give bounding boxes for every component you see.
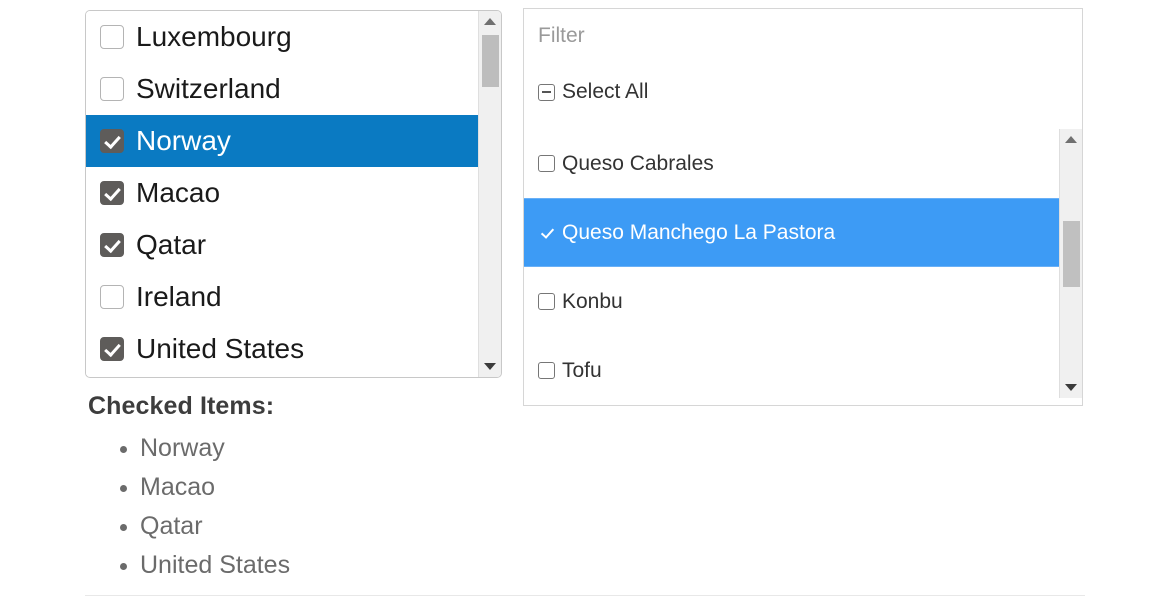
- list-item-label: Qatar: [136, 229, 207, 260]
- triangle-down-icon: [1065, 384, 1077, 391]
- checkbox-checked-icon[interactable]: [100, 233, 124, 257]
- triangle-up-icon: [1065, 136, 1077, 143]
- checkbox-checked-icon[interactable]: [100, 337, 124, 361]
- checked-items-list: Norway Macao Qatar United States: [88, 429, 508, 585]
- list-item: Qatar: [140, 507, 508, 546]
- list-item[interactable]: Ireland: [86, 271, 480, 323]
- list-item-label: United States: [136, 333, 305, 364]
- list-item-label: Tofu: [562, 358, 602, 382]
- select-all-label: Select All: [562, 80, 649, 103]
- scroll-down-button[interactable]: [1060, 377, 1082, 398]
- checked-items-heading: Checked Items:: [88, 392, 275, 420]
- scroll-up-button[interactable]: [479, 11, 501, 32]
- list-item[interactable]: Switzerland: [86, 63, 480, 115]
- list-item[interactable]: Konbu: [524, 267, 1059, 336]
- checkbox-checked-icon[interactable]: [100, 181, 124, 205]
- list-item-label: Norway: [136, 125, 231, 156]
- checkbox-checked-icon[interactable]: [100, 129, 124, 153]
- product-list[interactable]: Queso Cabrales Queso Manchego La Pastora…: [524, 129, 1059, 398]
- scroll-down-button[interactable]: [479, 356, 501, 377]
- list-item: Norway: [140, 429, 508, 468]
- checked-items-section: Checked Items: Norway Macao Qatar United…: [88, 392, 508, 585]
- list-item[interactable]: United States: [86, 323, 480, 375]
- list-item: Macao: [140, 468, 508, 507]
- list-item-label: Macao: [136, 177, 221, 208]
- list-item[interactable]: Luxembourg: [86, 11, 480, 63]
- product-list-scrollbar[interactable]: [1059, 129, 1082, 398]
- checkbox-unchecked-icon[interactable]: [538, 293, 555, 310]
- checkbox-unchecked-icon[interactable]: [100, 77, 124, 101]
- list-item-label: Switzerland: [136, 73, 281, 104]
- filter-list-panel[interactable]: Select All Queso Cabrales Queso Manchego…: [523, 8, 1083, 406]
- checkbox-unchecked-icon[interactable]: [100, 25, 124, 49]
- triangle-down-icon: [484, 363, 496, 370]
- filter-input[interactable]: [524, 9, 1082, 63]
- list-item-label: Luxembourg: [136, 21, 292, 52]
- list-item-label: Ireland: [136, 281, 222, 312]
- triangle-up-icon: [484, 18, 496, 25]
- country-list[interactable]: Luxembourg Switzerland Norway Macao Qata…: [86, 11, 480, 377]
- checkbox-unchecked-icon[interactable]: [100, 285, 124, 309]
- list-item-label: Queso Manchego La Pastora: [562, 220, 836, 244]
- checkbox-checked-icon[interactable]: [538, 224, 555, 241]
- checkbox-unchecked-icon[interactable]: [538, 155, 555, 172]
- list-item[interactable]: Macao: [86, 167, 480, 219]
- country-list-panel[interactable]: Luxembourg Switzerland Norway Macao Qata…: [85, 10, 502, 378]
- list-item[interactable]: Qatar: [86, 219, 480, 271]
- left-list-scrollbar[interactable]: [478, 11, 501, 377]
- scrollbar-thumb[interactable]: [482, 35, 499, 87]
- scroll-up-button[interactable]: [1060, 129, 1082, 150]
- list-item-selected[interactable]: Norway: [86, 115, 480, 167]
- list-item: United States: [140, 546, 508, 585]
- checkbox-unchecked-icon[interactable]: [538, 362, 555, 379]
- scrollbar-thumb[interactable]: [1063, 221, 1080, 287]
- list-item-label: Konbu: [562, 289, 623, 313]
- bottom-divider: [85, 595, 1085, 596]
- list-item-label: Queso Cabrales: [562, 151, 714, 175]
- checkbox-indeterminate-icon[interactable]: [538, 83, 555, 101]
- list-item-selected[interactable]: Queso Manchego La Pastora: [524, 198, 1059, 267]
- list-item[interactable]: Tofu: [524, 336, 1059, 398]
- list-item[interactable]: Queso Cabrales: [524, 129, 1059, 198]
- select-all-row[interactable]: Select All: [538, 77, 648, 107]
